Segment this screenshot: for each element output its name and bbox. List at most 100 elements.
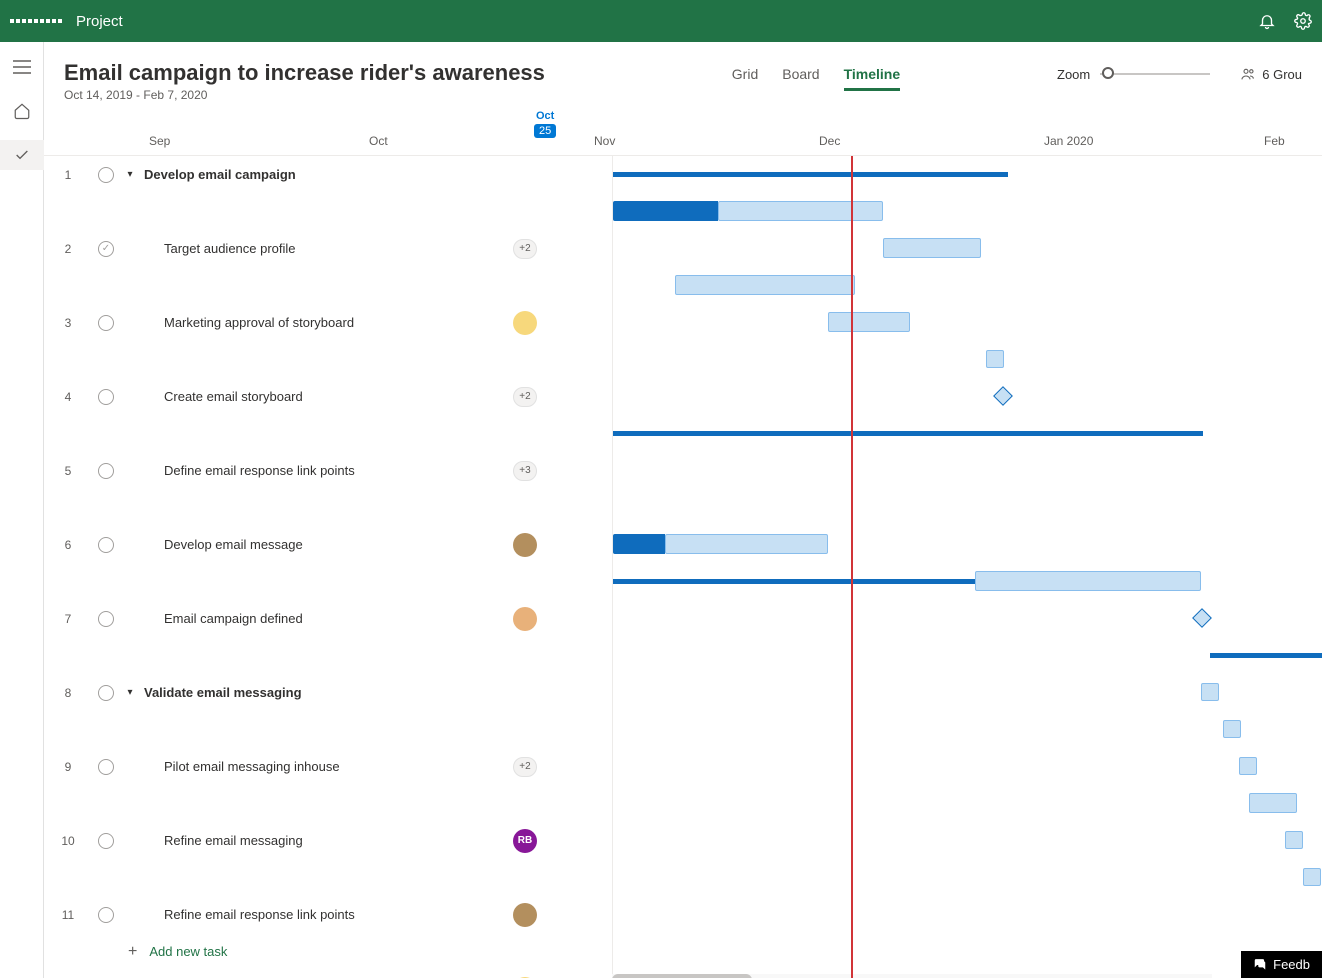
task-assignee[interactable]: +2 [500, 387, 550, 407]
task-bar[interactable] [1303, 868, 1321, 886]
month-label: Oct [369, 134, 388, 148]
task-name[interactable]: Target audience profile [140, 241, 500, 256]
task-assignee[interactable]: +2 [500, 239, 550, 259]
summary-bar[interactable] [613, 579, 975, 584]
tab-grid[interactable]: Grid [732, 66, 758, 91]
add-task-label: Add new task [149, 944, 227, 959]
summary-bar[interactable] [613, 172, 1008, 177]
row-number: 6 [44, 538, 92, 552]
task-bar[interactable] [986, 350, 1004, 368]
assignee-count-badge: +3 [513, 461, 537, 481]
task-grid: 1▾Develop email campaign2✓Target audienc… [44, 156, 1322, 978]
row-number: 9 [44, 760, 92, 774]
task-bar[interactable] [883, 238, 981, 258]
task-bar[interactable] [1285, 831, 1303, 849]
timescale: SepOctNovDecJan 2020Feb Oct 25 [44, 110, 1322, 156]
task-status-circle[interactable] [92, 537, 120, 553]
task-assignee[interactable]: +3 [500, 461, 550, 481]
task-name[interactable]: Refine email response link points [140, 907, 500, 922]
gantt-chart [612, 156, 1322, 978]
task-name[interactable]: Develop email campaign [140, 167, 500, 182]
rail-home-icon[interactable] [0, 96, 44, 126]
app-launcher-icon[interactable] [10, 19, 62, 23]
today-line [851, 156, 853, 978]
milestone-marker[interactable] [1192, 608, 1212, 628]
notifications-icon[interactable] [1258, 12, 1276, 30]
assignee-count-badge: +2 [513, 239, 537, 259]
task-bar[interactable] [975, 571, 1201, 591]
assignee-count-badge: +2 [513, 757, 537, 777]
month-label: Jan 2020 [1044, 134, 1093, 148]
task-bar[interactable] [1223, 720, 1241, 738]
task-status-circle[interactable] [92, 833, 120, 849]
project-header: Email campaign to increase rider's aware… [44, 42, 1322, 110]
feedback-icon [1253, 958, 1267, 972]
today-month: Oct [534, 110, 556, 122]
task-status-circle[interactable]: ✓ [92, 241, 120, 257]
settings-icon[interactable] [1294, 12, 1312, 30]
task-status-circle[interactable] [92, 907, 120, 923]
rail-check-icon[interactable] [0, 140, 44, 170]
rail-menu-icon[interactable] [0, 52, 44, 82]
today-day: 25 [534, 124, 556, 138]
horizontal-scrollbar[interactable] [612, 974, 1212, 978]
month-label: Nov [594, 134, 615, 148]
app-topbar: Project [0, 0, 1322, 42]
task-status-circle[interactable] [92, 315, 120, 331]
assignee-avatar [513, 311, 537, 335]
app-name: Project [76, 13, 123, 30]
task-bar[interactable] [828, 312, 910, 332]
expand-toggle[interactable]: ▾ [120, 169, 140, 180]
task-name[interactable]: Email campaign defined [140, 611, 500, 626]
task-name[interactable]: Validate email messaging [140, 685, 500, 700]
group-members-button[interactable]: 6 Grou [1240, 66, 1302, 82]
plus-icon: + [128, 943, 137, 961]
tab-board[interactable]: Board [782, 66, 819, 91]
row-number: 4 [44, 390, 92, 404]
summary-bar[interactable] [613, 431, 1203, 436]
expand-toggle[interactable]: ▾ [120, 687, 140, 698]
task-assignee[interactable] [500, 533, 550, 557]
milestone-marker[interactable] [993, 386, 1013, 406]
zoom-label: Zoom [1057, 67, 1090, 82]
group-label: 6 Grou [1262, 67, 1302, 82]
task-bar[interactable] [1249, 793, 1297, 813]
tab-timeline[interactable]: Timeline [844, 66, 901, 91]
task-status-circle[interactable] [92, 759, 120, 775]
add-task-button[interactable]: + Add new task [44, 933, 227, 970]
task-status-circle[interactable] [92, 463, 120, 479]
task-name[interactable]: Refine email messaging [140, 833, 500, 848]
task-status-circle[interactable] [92, 167, 120, 183]
task-status-circle[interactable] [92, 389, 120, 405]
task-assignee[interactable]: +2 [500, 757, 550, 777]
task-name[interactable]: Define email response link points [140, 463, 500, 478]
task-assignee[interactable]: RB [500, 829, 550, 853]
zoom-slider[interactable] [1100, 73, 1210, 75]
main: Email campaign to increase rider's aware… [44, 42, 1322, 978]
task-bar[interactable] [675, 275, 855, 295]
task-name[interactable]: Create email storyboard [140, 389, 500, 404]
zoom-control[interactable]: Zoom [1057, 67, 1210, 82]
task-assignee[interactable] [500, 607, 550, 631]
view-tabs: Grid Board Timeline [732, 60, 900, 91]
task-bar[interactable] [665, 534, 828, 554]
task-bar[interactable] [1239, 757, 1257, 775]
feedback-button[interactable]: Feedb [1241, 951, 1322, 978]
feedback-label: Feedb [1273, 957, 1310, 972]
project-title: Email campaign to increase rider's aware… [64, 60, 545, 86]
task-bar[interactable] [1201, 683, 1219, 701]
task-assignee[interactable] [500, 311, 550, 335]
row-number: 7 [44, 612, 92, 626]
task-status-circle[interactable] [92, 685, 120, 701]
task-name[interactable]: Pilot email messaging inhouse [140, 759, 500, 774]
task-status-circle[interactable] [92, 611, 120, 627]
summary-bar[interactable] [1210, 653, 1322, 658]
task-bar[interactable] [718, 201, 883, 221]
task-name[interactable]: Develop email message [140, 537, 500, 552]
task-assignee[interactable] [500, 903, 550, 927]
month-label: Feb [1264, 134, 1285, 148]
row-number: 8 [44, 686, 92, 700]
task-name[interactable]: Marketing approval of storyboard [140, 315, 500, 330]
row-number: 10 [44, 834, 92, 848]
row-number: 5 [44, 464, 92, 478]
